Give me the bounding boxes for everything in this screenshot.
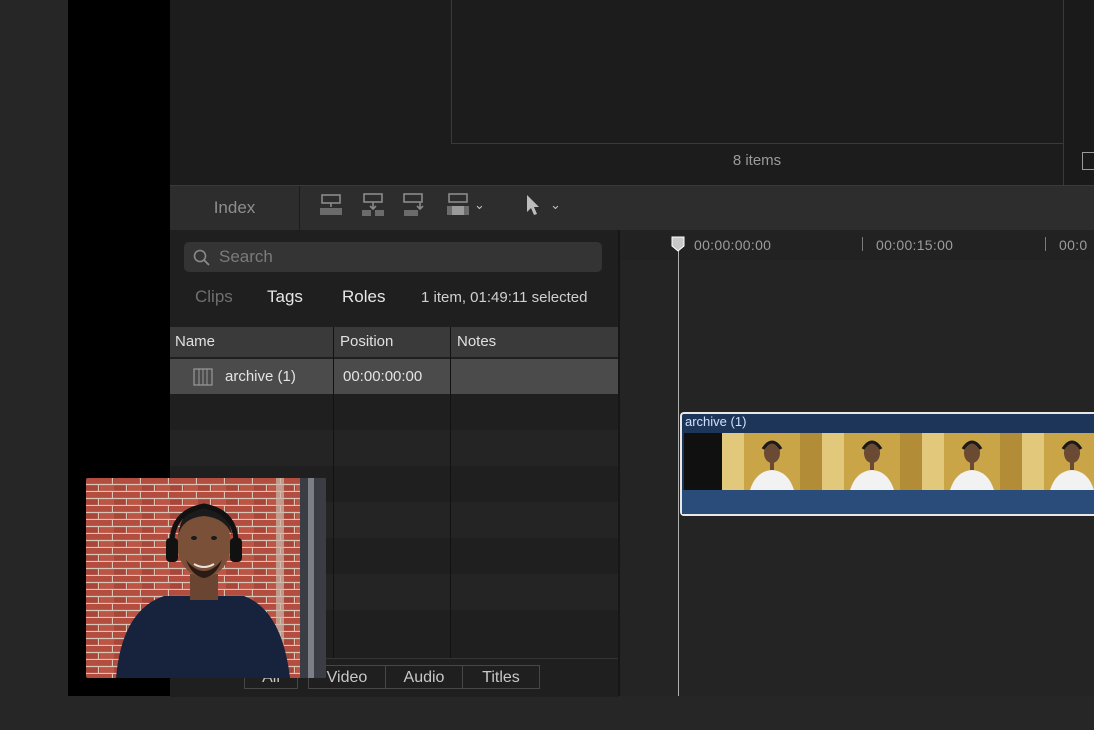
timeline-toolbar bbox=[170, 186, 1094, 230]
browser-footer-line bbox=[451, 143, 1063, 144]
playhead-handle-icon[interactable] bbox=[671, 236, 685, 252]
browser-divider bbox=[451, 0, 452, 143]
chevron-down-icon[interactable]: ⌄ bbox=[474, 197, 485, 213]
column-name[interactable]: Name bbox=[175, 333, 215, 350]
connect-clip-icon[interactable] bbox=[318, 192, 344, 218]
search-icon bbox=[193, 249, 210, 266]
playhead[interactable] bbox=[678, 248, 679, 696]
select-tool-icon[interactable] bbox=[524, 193, 542, 217]
fullscreen-icon[interactable] bbox=[1082, 152, 1094, 170]
left-margin bbox=[0, 0, 68, 730]
cell-position: 00:00:00:00 bbox=[343, 368, 423, 385]
timeline-ruler[interactable] bbox=[620, 230, 1094, 260]
column-divider bbox=[333, 327, 334, 658]
clip-thumbnail bbox=[822, 433, 922, 490]
ruler-tick bbox=[1045, 237, 1046, 251]
clip-audio-strip bbox=[682, 490, 1094, 514]
bottom-strip bbox=[0, 696, 1094, 730]
cell-name: archive (1) bbox=[225, 368, 296, 385]
timecode-label: 00:0 bbox=[1059, 237, 1088, 253]
tab-audio[interactable]: Audio bbox=[385, 665, 463, 689]
ruler-tick bbox=[862, 237, 863, 251]
index-button[interactable]: Index bbox=[170, 198, 299, 218]
column-notes[interactable]: Notes bbox=[457, 333, 496, 350]
items-count: 8 items bbox=[732, 152, 782, 169]
selection-info: 1 item, 01:49:11 selected bbox=[421, 289, 588, 306]
clip-thumbnail bbox=[722, 433, 822, 490]
segment-tags[interactable]: Tags bbox=[267, 287, 303, 307]
append-clip-icon[interactable] bbox=[402, 192, 428, 218]
clip-thumbnail bbox=[684, 433, 722, 490]
search-placeholder: Search bbox=[219, 247, 273, 266]
overwrite-clip-icon[interactable] bbox=[445, 192, 471, 218]
clip-thumbnail bbox=[1022, 433, 1094, 490]
timecode-label: 00:00:15:00 bbox=[876, 237, 954, 253]
timecode-label: 00:00:00:00 bbox=[694, 237, 772, 253]
insert-clip-icon[interactable] bbox=[360, 192, 386, 218]
table-row-empty bbox=[170, 430, 618, 466]
column-position[interactable]: Position bbox=[340, 333, 393, 350]
webcam-overlay bbox=[86, 478, 326, 678]
clip-thumbnail bbox=[922, 433, 1022, 490]
segment-roles[interactable]: Roles bbox=[342, 287, 385, 307]
segment-clips[interactable]: Clips bbox=[195, 287, 233, 307]
column-divider bbox=[450, 327, 451, 658]
toolbar-separator bbox=[299, 186, 300, 230]
table-header bbox=[170, 327, 618, 357]
tab-titles[interactable]: Titles bbox=[462, 665, 540, 689]
film-clip-icon bbox=[193, 368, 213, 386]
clip-title: archive (1) bbox=[685, 414, 747, 429]
chevron-down-icon[interactable]: ⌄ bbox=[550, 197, 561, 213]
